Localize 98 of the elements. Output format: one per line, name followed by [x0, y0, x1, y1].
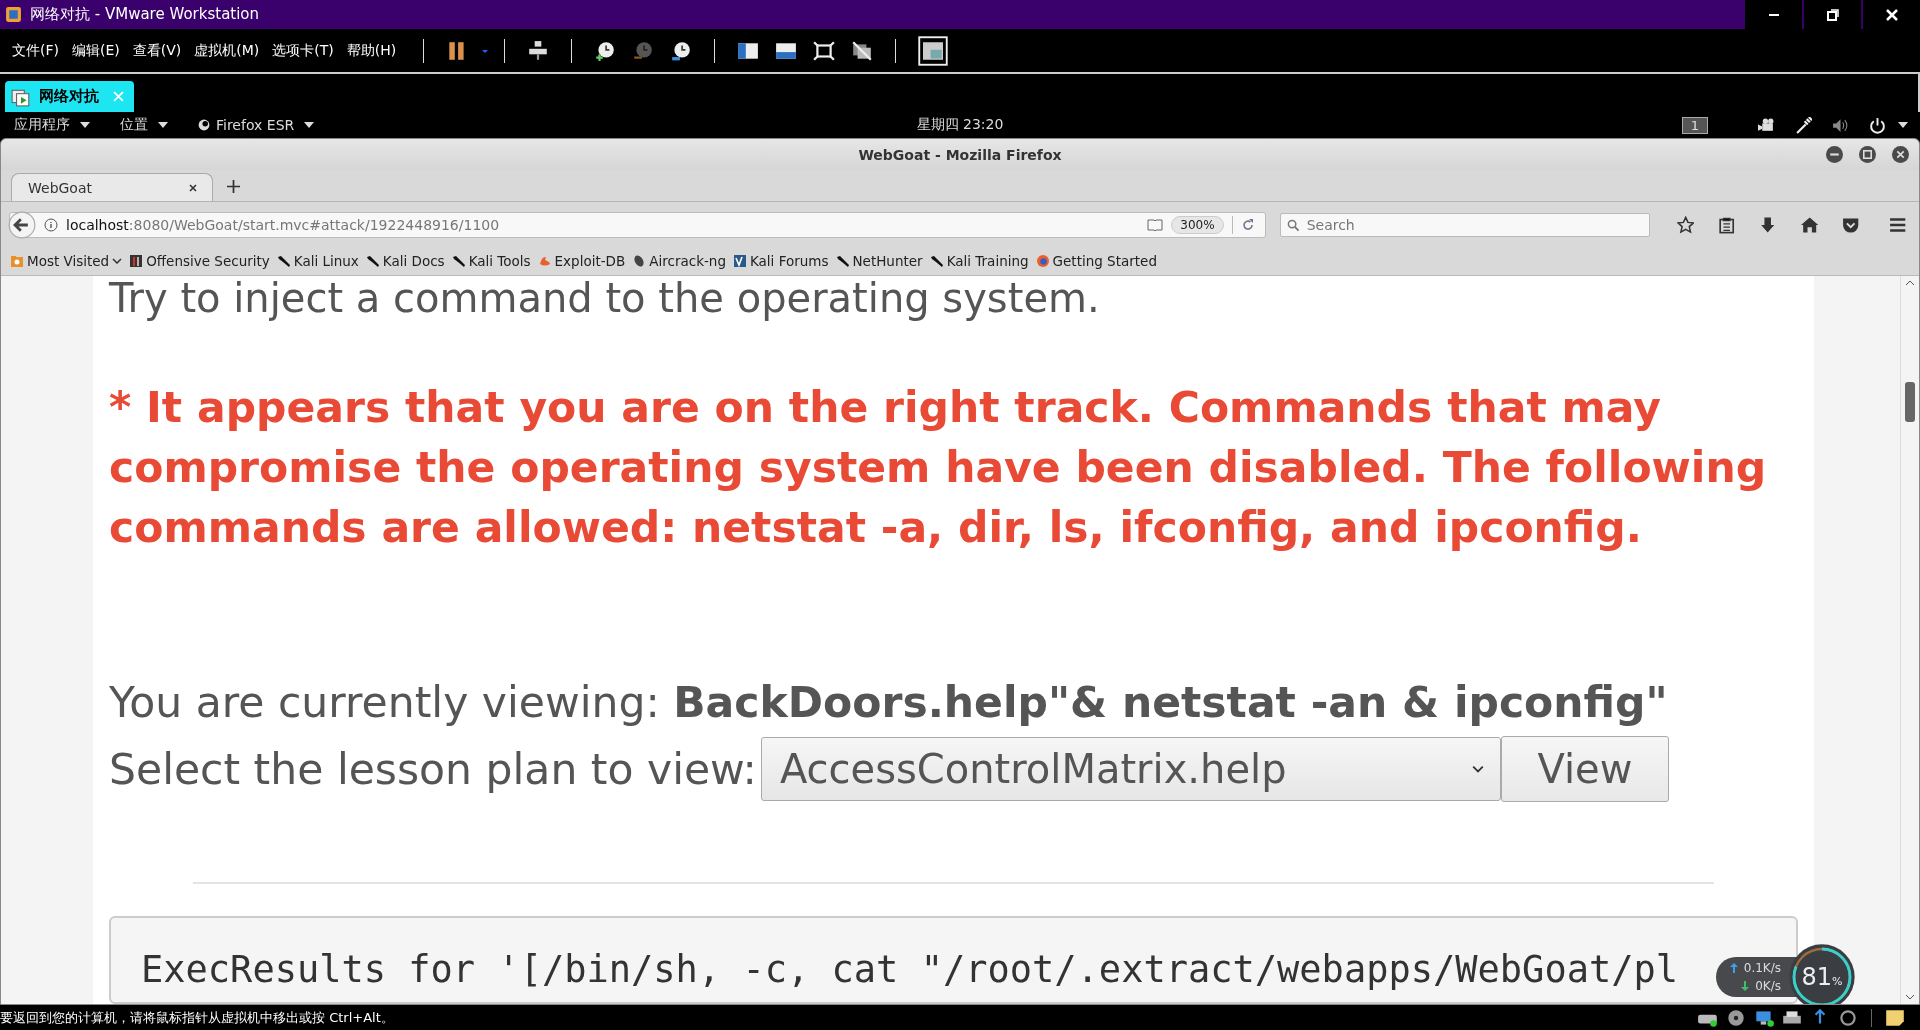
home-icon[interactable] [1800, 215, 1819, 234]
zoom-level[interactable]: 300% [1171, 215, 1224, 234]
close-button[interactable] [1861, 0, 1920, 29]
bookmark-item[interactable]: NetHunter [835, 253, 923, 269]
browser-icon [198, 119, 210, 131]
network-icon[interactable] [527, 39, 550, 62]
caret-icon[interactable] [1898, 122, 1908, 128]
lesson-select[interactable]: AccessControlMatrix.help [760, 737, 1501, 801]
bookmark-item[interactable]: Offensive Security [129, 253, 270, 269]
clock[interactable]: 星期四 23:20 [916, 116, 1004, 134]
gauge-ring-drawing [1787, 942, 1857, 1004]
panel-menu[interactable]: 应用程序 [14, 116, 90, 134]
console-view-icon[interactable] [918, 35, 949, 66]
cd-icon[interactable] [1725, 1008, 1747, 1027]
power-icon[interactable] [1869, 116, 1886, 134]
bookmark-icon [537, 254, 552, 268]
caret-icon [158, 122, 168, 128]
scroll-up-icon[interactable] [1905, 280, 1915, 286]
caret-icon [1471, 765, 1484, 773]
clock-icon[interactable] [594, 39, 617, 62]
percent-unit: % [1832, 975, 1843, 988]
restore-button[interactable] [1802, 0, 1861, 29]
panel-menu[interactable]: 位置 [120, 116, 168, 134]
new-tab-icon[interactable] [227, 180, 240, 193]
window-title: WebGoat - Mozilla Firefox [858, 146, 1062, 163]
menu-item[interactable]: 编辑(E) [72, 41, 120, 60]
search-field[interactable]: Search [1279, 212, 1650, 237]
menu-item[interactable]: 帮助(H) [346, 41, 397, 60]
reader-view-icon[interactable] [1147, 218, 1164, 231]
bookmark-item[interactable]: Kali Tools [451, 253, 531, 269]
status-message: 要返回到您的计算机，请将鼠标指针从虚拟机中移出或按 Ctrl+Alt。 [0, 1008, 394, 1027]
menu-item[interactable]: 选项卡(T) [272, 41, 334, 60]
intro-text: Try to inject a command to the operating system. [109, 276, 1101, 320]
vm-tab[interactable]: 网络对抗 [5, 81, 134, 112]
menu-item[interactable]: 查看(V) [132, 41, 182, 60]
bookmark-item[interactable]: Kali Linux [276, 253, 359, 269]
camera-icon[interactable] [1758, 116, 1775, 134]
note-icon[interactable] [1884, 1008, 1906, 1027]
download-arrow-icon [1741, 981, 1750, 991]
cpu-percentage: 81 [1801, 963, 1833, 991]
network-adapter-icon[interactable] [1753, 1008, 1775, 1027]
view-button[interactable]: View [1500, 736, 1669, 802]
close-icon[interactable] [188, 182, 198, 193]
caret-icon [112, 258, 123, 264]
app-icon [5, 6, 22, 23]
bookmark-icon [1035, 254, 1050, 268]
current-lesson-text: You are currently viewing: BackDoors.help"& netstat -an & ipconfig" [109, 678, 1669, 728]
bookmark-icon [365, 254, 380, 268]
bookmark-icon [129, 254, 144, 268]
info-icon[interactable] [44, 217, 58, 232]
panel-menu[interactable]: Firefox ESR [198, 116, 315, 134]
bookmark-icon [276, 254, 291, 268]
bookmark-star-icon[interactable] [1676, 215, 1695, 234]
bookmark-item[interactable]: Exploit-DB [537, 253, 626, 269]
menu-item[interactable]: 虚拟机(M) [194, 41, 260, 60]
menu-item[interactable]: 文件(F) [12, 41, 59, 60]
bookmark-item[interactable]: Getting Started [1035, 253, 1157, 269]
select-label: Select the lesson plan to view: [109, 744, 757, 794]
bookmark-item[interactable]: Most Visited [10, 253, 123, 269]
restore-icon [1825, 7, 1840, 22]
download-speed: 0K/s [1755, 979, 1781, 993]
bookmark-item[interactable]: Kali Forums [733, 253, 829, 269]
pocket-icon[interactable] [1842, 215, 1860, 234]
upload-speed: 0.1K/s [1743, 961, 1781, 975]
scroll-down-icon[interactable] [1905, 994, 1915, 1000]
warning-message: * It appears that you are on the right track. Commands that may compromise the operating system have been disabled. The following commands are allowed: netstat -a, dir, ls, ifconfig, and ipconfig. [109, 382, 1768, 554]
reading-list-icon[interactable] [1718, 215, 1736, 234]
bookmark-item[interactable]: Kali Training [929, 253, 1029, 269]
maximize-button[interactable] [1859, 146, 1876, 163]
close-button[interactable] [1892, 146, 1909, 163]
caret-icon [304, 122, 315, 128]
bookmark-icon [733, 254, 747, 268]
close-icon [1884, 7, 1899, 22]
bookmark-item[interactable]: Aircrack-ng [632, 253, 726, 269]
wired-network-icon[interactable] [1795, 116, 1812, 134]
bookmark-icon [451, 254, 466, 268]
volume-icon[interactable] [1832, 116, 1849, 134]
window-title: 网络对抗 - VMware Workstation [30, 5, 260, 24]
minimize-button[interactable] [1826, 146, 1843, 163]
bookmark-item[interactable]: Kali Docs [365, 253, 445, 269]
exec-results-text: ExecResults for '[/bin/sh, -c, cat "/root/.extract/webapps/WebGoat/pl [141, 948, 1679, 991]
address-bar[interactable]: localhost:8080/WebGoat/start.mvc#attack/1922448916/1100 300% [9, 211, 1266, 238]
clock-icon[interactable] [670, 39, 693, 62]
upload-arrow-icon [1729, 963, 1738, 973]
browser-tab[interactable]: WebGoat [11, 173, 213, 201]
scroll-thumb[interactable] [1905, 382, 1915, 422]
workspace-indicator[interactable]: 1 [1681, 116, 1708, 134]
menu-icon[interactable] [1888, 215, 1906, 234]
back-icon[interactable] [8, 210, 36, 239]
reload-icon[interactable] [1240, 217, 1255, 232]
download-icon[interactable] [1759, 215, 1777, 234]
fullscreen-icon[interactable] [813, 39, 836, 62]
bookmark-icon [835, 254, 850, 268]
bookmark-icon [929, 254, 944, 268]
bookmark-icon [10, 254, 24, 268]
printer-icon[interactable] [1781, 1008, 1803, 1027]
minimize-icon [1768, 13, 1779, 16]
caret-icon [80, 122, 90, 128]
